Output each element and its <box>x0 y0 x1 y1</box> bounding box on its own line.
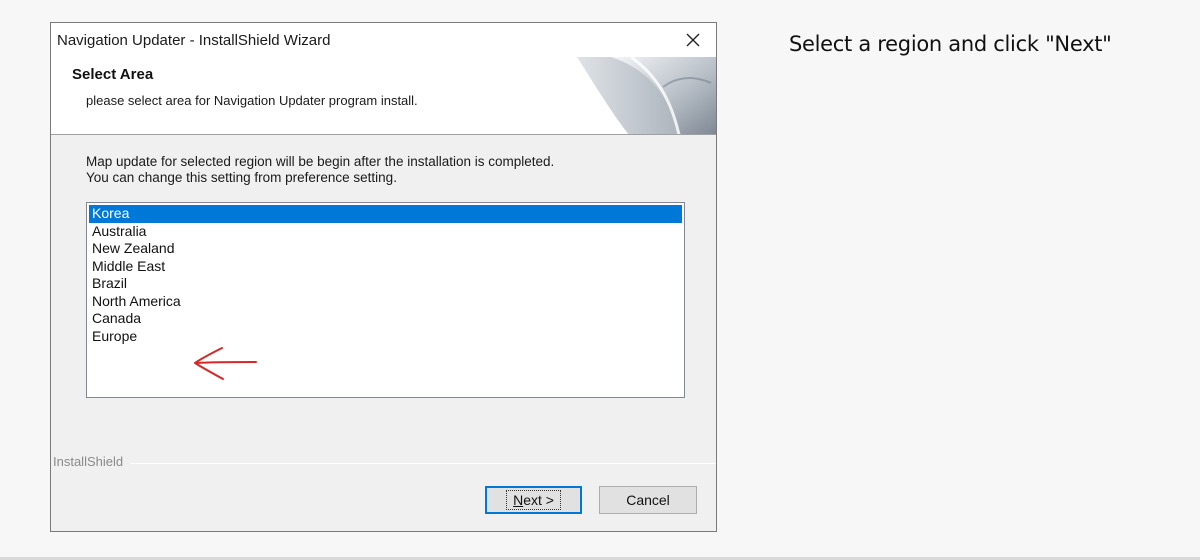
region-listbox[interactable]: Korea Australia New Zealand Middle East … <box>86 202 685 398</box>
instructions-line-2: You can change this setting from prefere… <box>86 170 397 185</box>
next-button-label: Next > <box>506 490 561 510</box>
region-item-australia[interactable]: Australia <box>89 223 682 241</box>
close-icon <box>686 33 700 47</box>
region-item-europe[interactable]: Europe <box>89 328 682 346</box>
page-subtitle: please select area for Navigation Update… <box>86 93 418 108</box>
title-bar: Navigation Updater - InstallShield Wizar… <box>51 23 716 57</box>
region-item-north-america[interactable]: North America <box>89 293 682 311</box>
wizard-header: Select Area please select area for Navig… <box>51 57 716 135</box>
instructions-text: Map update for selected region will be b… <box>86 154 554 186</box>
divider-rule <box>131 463 716 464</box>
window-title: Navigation Updater - InstallShield Wizar… <box>57 32 331 49</box>
instructions-line-1: Map update for selected region will be b… <box>86 154 555 169</box>
close-button[interactable] <box>670 23 716 57</box>
red-arrow-icon <box>194 347 257 380</box>
cancel-button[interactable]: Cancel <box>599 486 697 514</box>
region-item-canada[interactable]: Canada <box>89 310 682 328</box>
instruction-caption: Select a region and click "Next" <box>789 32 1112 56</box>
next-label-rest: ext > <box>523 492 554 508</box>
next-accelerator: N <box>513 492 524 508</box>
installer-window: Navigation Updater - InstallShield Wizar… <box>50 22 717 532</box>
region-item-new-zealand[interactable]: New Zealand <box>89 240 682 258</box>
installshield-brand: InstallShield <box>53 454 130 469</box>
region-item-middle-east[interactable]: Middle East <box>89 258 682 276</box>
installshield-page-curl-icon <box>577 57 716 134</box>
page-title: Select Area <box>72 66 154 83</box>
region-item-korea[interactable]: Korea <box>89 205 682 223</box>
region-item-brazil[interactable]: Brazil <box>89 275 682 293</box>
brand-divider: InstallShield <box>51 454 716 472</box>
next-button[interactable]: Next > <box>485 486 582 514</box>
